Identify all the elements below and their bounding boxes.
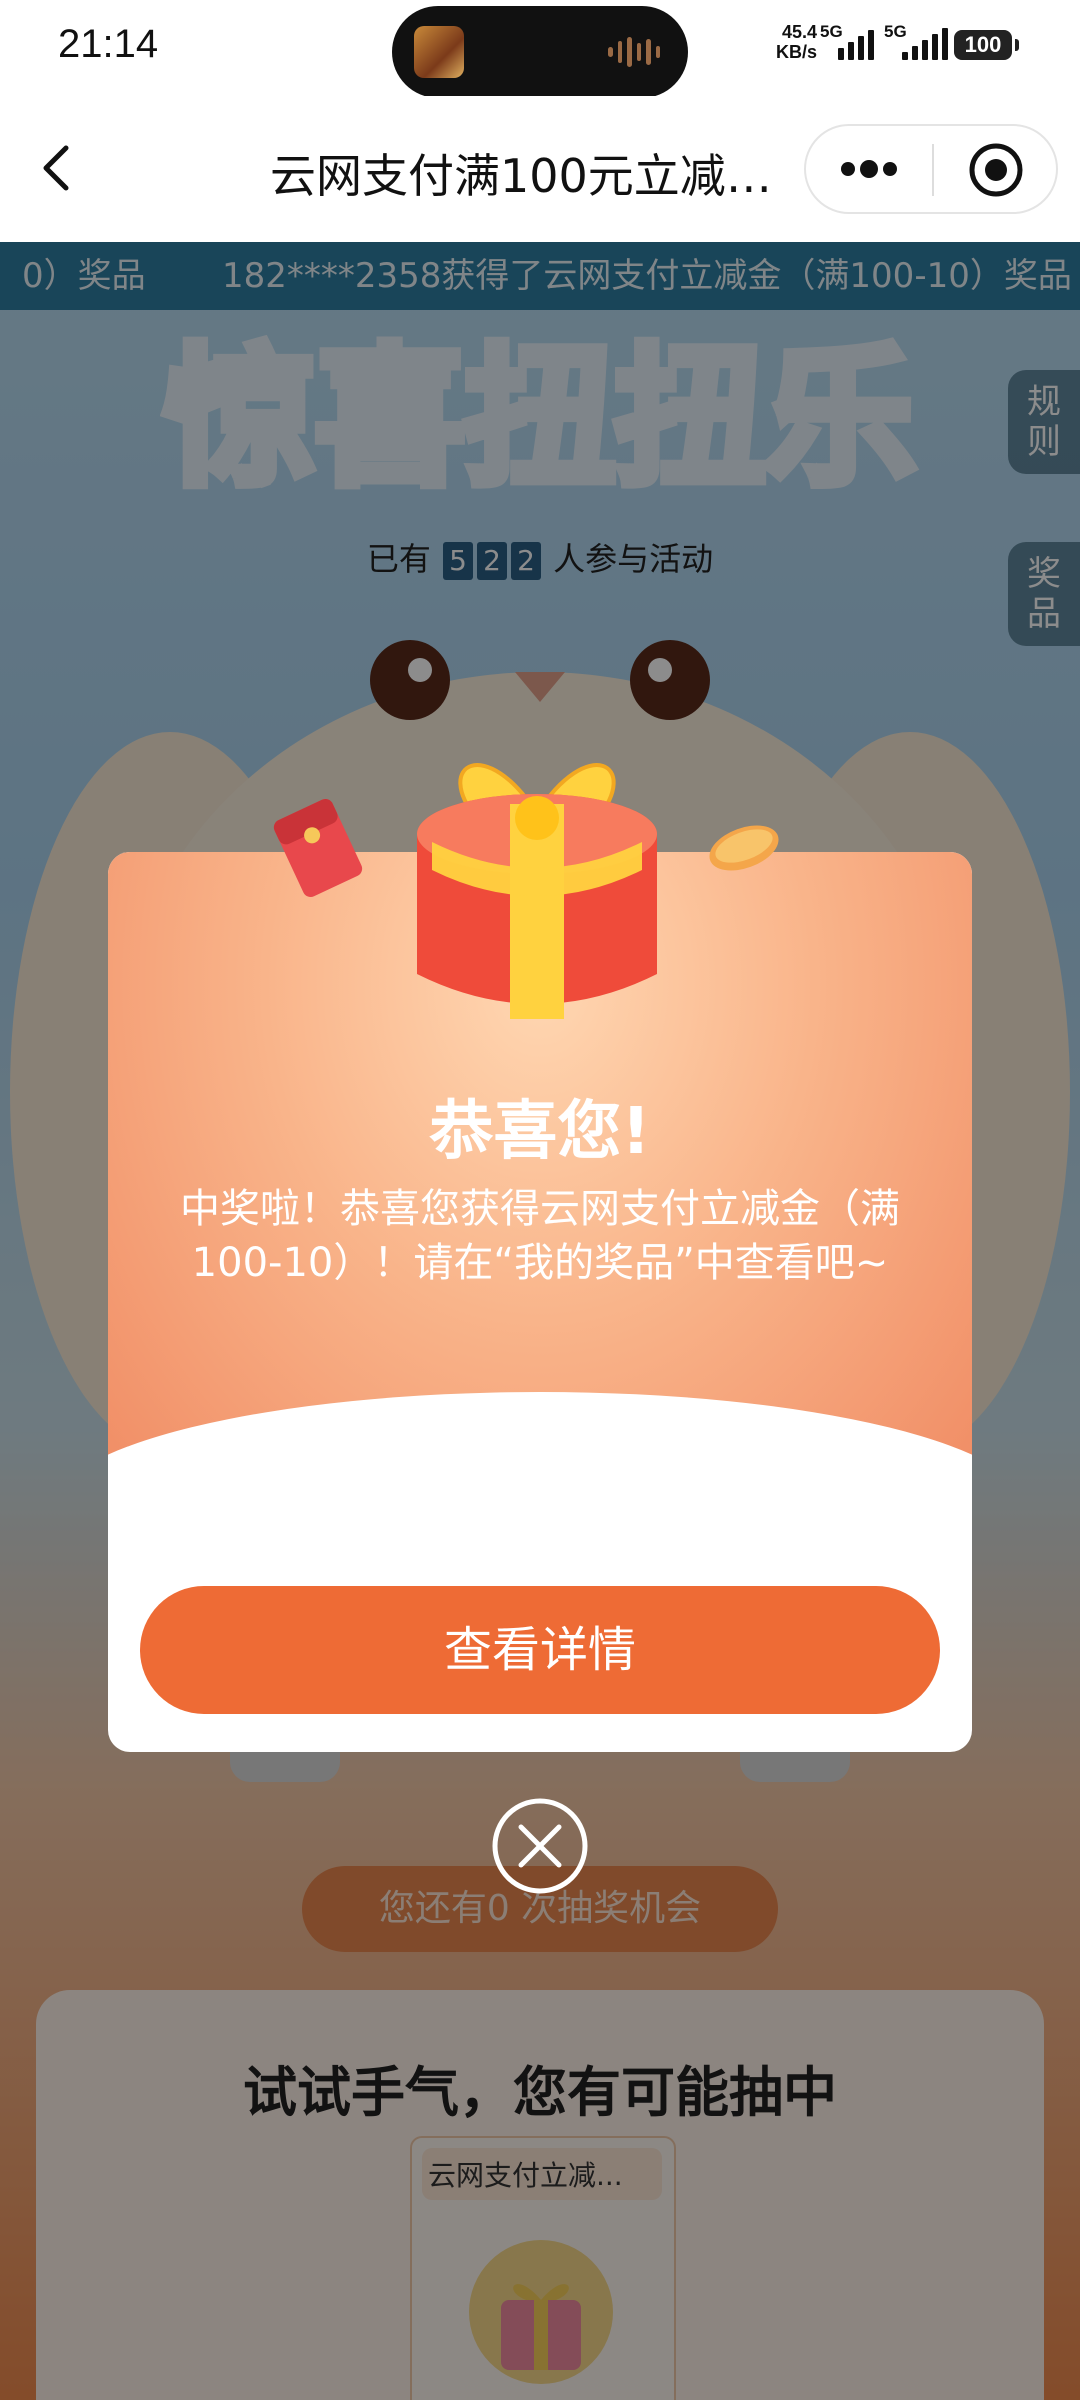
battery-icon: 100	[954, 30, 1019, 60]
status-bar: 21:14 45.4 KB/s 5G 5G 100	[0, 0, 1080, 98]
network-speed: 45.4 KB/s	[776, 22, 817, 62]
more-button[interactable]	[834, 144, 904, 194]
nav-bar: 云网支付满100元立减1...	[0, 96, 1080, 242]
network-speed-value: 45.4	[781, 22, 818, 42]
view-details-button[interactable]: 查看详情	[140, 1586, 940, 1714]
network-speed-unit: KB/s	[776, 42, 818, 62]
audio-wave-icon	[608, 36, 660, 68]
modal-heading: 恭喜您!	[429, 1095, 651, 1169]
chevron-left-icon	[43, 145, 69, 191]
close-mini-program-button[interactable]	[966, 140, 1026, 200]
coin-icon	[709, 825, 779, 871]
mini-program-capsule	[804, 124, 1058, 214]
target-close-icon	[969, 143, 1023, 197]
modal-message: 中奖啦！恭喜您获得云网支付立减金（满100-10）！请在“我的奖品”中查看吧~	[180, 1186, 900, 1286]
page-title: 云网支付满100元立减1...	[270, 149, 790, 203]
dynamic-island[interactable]	[392, 6, 688, 98]
red-envelope-icon	[273, 799, 363, 897]
status-time: 21:14	[58, 22, 159, 66]
capsule-divider	[932, 144, 934, 196]
gift-box-icon	[417, 763, 657, 1019]
close-modal-button[interactable]	[490, 1796, 590, 1896]
signal-icon-sim2: 5G	[884, 22, 950, 64]
close-circle-icon	[492, 1798, 588, 1894]
signal-icon-sim1: 5G	[820, 22, 882, 64]
media-thumbnail	[414, 26, 464, 78]
back-button[interactable]	[26, 136, 90, 200]
more-dots-icon	[841, 160, 897, 178]
